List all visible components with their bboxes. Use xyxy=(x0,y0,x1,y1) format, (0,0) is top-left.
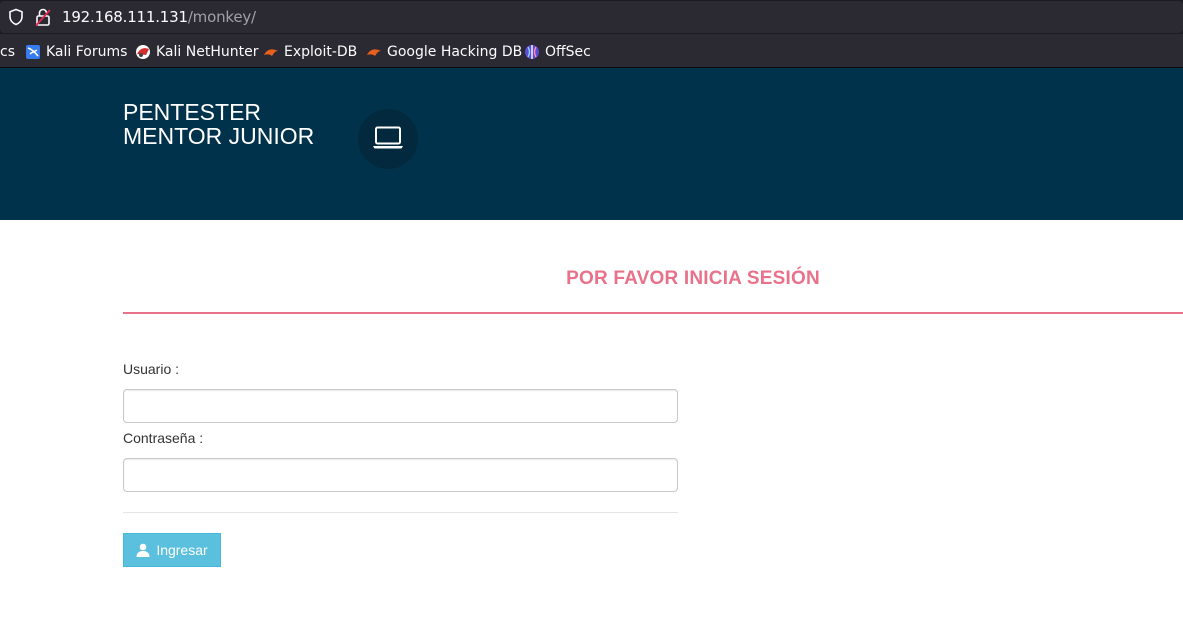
address-bar[interactable]: 192.168.111.131/monkey/ xyxy=(0,1,1183,33)
bookmark-offsec[interactable]: OffSec xyxy=(524,43,591,61)
bookmark-label: Google Hacking DB xyxy=(387,44,523,60)
brand-line-1: PENTESTER xyxy=(123,99,262,125)
site-brand[interactable]: PENTESTER MENTOR JUNIOR xyxy=(123,100,314,148)
site-header: PENTESTER MENTOR JUNIOR xyxy=(0,68,1183,220)
laptop-badge xyxy=(358,109,418,169)
bookmarks-toolbar: cs Kali Forums Kali NetHunter Exploit-DB… xyxy=(0,34,1183,68)
bookmark-label: Kali Forums xyxy=(46,44,128,60)
tracking-protection-shield-icon[interactable] xyxy=(7,8,25,26)
bookmark-label: OffSec xyxy=(545,44,591,60)
url-host: 192.168.111.131 xyxy=(62,8,188,26)
username-label: Usuario : xyxy=(123,361,180,377)
url-text[interactable]: 192.168.111.131/monkey/ xyxy=(62,8,256,26)
login-title: POR FAVOR INICIA SESIÓN xyxy=(566,268,820,289)
bookmark-truncated[interactable]: cs xyxy=(0,43,15,61)
bookmark-google-hacking-db[interactable]: Google Hacking DB xyxy=(366,43,522,61)
bookmark-exploit-db[interactable]: Exploit-DB xyxy=(263,43,357,61)
username-input[interactable] xyxy=(123,389,678,423)
bookmark-label: Kali NetHunter xyxy=(156,44,259,60)
login-button[interactable]: Ingresar xyxy=(123,533,221,567)
bookmark-label: Exploit-DB xyxy=(284,44,358,60)
bookmark-kali-nethunter[interactable]: Kali NetHunter xyxy=(135,43,258,61)
bookmark-kali-forums[interactable]: Kali Forums xyxy=(25,43,127,61)
password-label: Contraseña : xyxy=(123,430,204,446)
login-button-label: Ingresar xyxy=(156,542,208,558)
kali-nethunter-icon xyxy=(136,45,150,59)
kali-forums-icon xyxy=(26,45,40,59)
offsec-icon xyxy=(525,45,539,59)
bookmark-label: cs xyxy=(0,44,15,60)
user-icon xyxy=(136,543,150,557)
google-hacking-db-icon xyxy=(367,49,381,56)
insecure-lock-icon[interactable] xyxy=(34,7,52,27)
exploit-db-icon xyxy=(264,49,278,56)
laptop-icon xyxy=(373,126,403,149)
brand-line-2: MENTOR JUNIOR xyxy=(123,123,315,149)
browser-toolbar: 192.168.111.131/monkey/ xyxy=(0,0,1183,34)
url-path: /monkey/ xyxy=(187,8,256,26)
title-divider xyxy=(123,312,1183,314)
password-input[interactable] xyxy=(123,458,678,492)
form-divider xyxy=(123,512,678,513)
